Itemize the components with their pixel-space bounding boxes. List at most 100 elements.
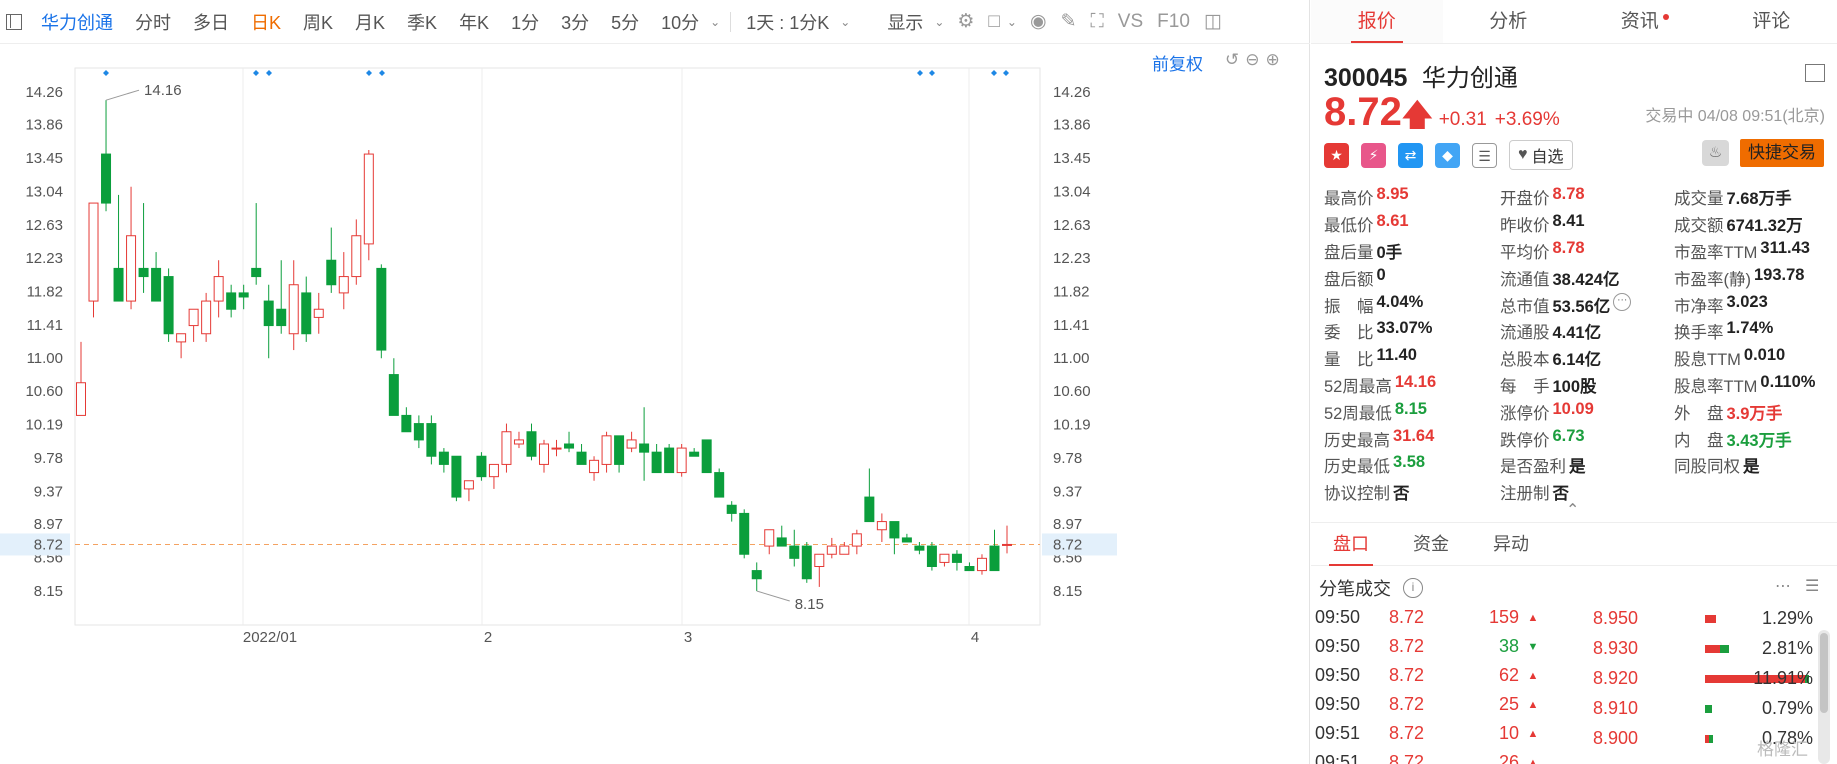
candle-body [664,447,675,474]
candle-body [413,423,424,441]
tab-analysis[interactable]: 分析 [1443,0,1575,43]
subtab-capital[interactable]: 资金 [1391,522,1471,566]
stat-cell: 同股同权是 [1674,453,1834,477]
period-yearly-k[interactable]: 年K [448,9,500,35]
china-flag-icon[interactable]: ★ [1324,142,1349,168]
subtab-anomaly[interactable]: 异动 [1471,522,1551,566]
tick-volume: 38 [1498,636,1519,656]
stat-label: 同股同权 [1674,458,1740,477]
list-icon[interactable] [1805,64,1825,82]
tab-quote[interactable]: 报价 [1311,0,1443,43]
display-menu[interactable]: 显示 [876,9,934,35]
candle-body [539,443,549,465]
ticks-header: 分笔成交 i [1319,575,1423,601]
stat-cell: 委 比 33.07% [1324,319,1500,343]
document-icon[interactable]: ☰ [1472,142,1497,168]
tick-price: 8.72 [1389,694,1425,714]
period-10min[interactable]: 10分 [650,9,710,35]
chevron-down-icon[interactable]: ⌄ [840,15,856,29]
more-icon[interactable]: ⋯ [1613,292,1632,311]
price-tick-label-right: 8.15 [1053,583,1082,600]
stat-cell: 流通股 4.41亿 [1500,319,1674,343]
period-intraday[interactable]: 分时 [124,9,182,35]
tag-icon[interactable]: ◆ [1435,142,1460,168]
stat-label: 历史最高 [1324,431,1390,450]
stat-cell: 跌停价 6.73 [1500,427,1674,451]
stat-label: 注册制 [1500,485,1550,504]
candle-body [326,259,337,286]
stat-cell: 总股本 6.14亿 [1500,346,1674,370]
tick-row: 09:50 8.72 159 ▲ [1311,603,1581,632]
period-3min[interactable]: 3分 [550,9,600,35]
stat-value: 6.14亿 [1552,351,1602,370]
settings-icon[interactable]: ⚙ [950,10,981,33]
candle-body [639,443,650,453]
period-quarterly-k[interactable]: 季K [396,9,448,35]
chevron-down-icon[interactable]: ⌄ [934,15,950,29]
info-icon[interactable]: i [1403,578,1423,598]
period-daily-k[interactable]: 日K [240,9,292,35]
stat-cell: 最低价 8.61 [1324,212,1500,236]
fullscreen-icon[interactable]: ⛶ [1083,11,1110,33]
range-select[interactable]: 1天 : 1分K [735,9,840,35]
stats-row: 历史最高 31.64 跌停价 6.73 内 盘 3.43万手 [1324,425,1834,452]
stat-label: 盘后量 [1324,243,1374,262]
period-5min[interactable]: 5分 [600,9,650,35]
sidebar-toggle-icon[interactable] [6,13,22,30]
ticks-list[interactable]: 09:50 8.72 159 ▲ 09:50 8.72 38 ▼ 09:50 8.72 62 ▲ 09:… [1311,603,1581,764]
toolbar-stock-name[interactable]: 华力创通 [30,9,124,35]
candle-body [451,455,462,498]
pencil-icon[interactable]: ✎ [1054,10,1084,33]
candle-body [363,153,374,245]
tab-comments[interactable]: 评论 [1706,0,1837,43]
distribution-price: 8.910 [1593,697,1639,718]
candle-body [476,455,487,478]
stat-value: 0手 [1376,243,1403,262]
watchlist-button[interactable]: ♥ 自选 [1509,140,1573,170]
stat-label: 成交额 [1674,217,1724,236]
camera-icon[interactable]: ◉ [1023,10,1054,33]
stats-row: 52周最低 8.15 涨停价 10.09 外 盘 3.9万手 [1324,398,1834,425]
quick-trade-button[interactable]: 快捷交易 [1740,139,1824,167]
candle-body [851,533,862,547]
tab-news[interactable]: 资讯 [1574,0,1706,43]
stat-label: 52周最低 [1324,404,1392,423]
checkbox-icon[interactable]: □ [981,11,1006,33]
chevron-up-icon[interactable]: ⌃ [1566,500,1579,520]
period-weekly-k[interactable]: 周K [292,9,344,35]
stat-cell: 市净率 3.023 [1674,293,1834,317]
price-tick-label-right: 13.04 [1053,184,1091,201]
vs-button[interactable]: VS [1111,11,1150,33]
candle-body [676,447,687,474]
candlestick-chart[interactable]: 14.26 14.26 13.86 13.86 13.45 13.45 13.04 13.04… [0,44,1310,764]
stat-cell: 历史最低 3.58 [1324,453,1500,477]
scrollbar-thumb[interactable] [1820,633,1828,713]
subtab-orderbook[interactable]: 盘口 [1311,522,1391,566]
candle-body [701,439,712,474]
candle-body [864,496,875,523]
lightning-icon[interactable]: ⚡ [1361,142,1386,168]
chevron-down-icon[interactable]: ⌄ [710,15,726,29]
candle-body [338,276,349,294]
panel-toggle-icon[interactable]: ◫ [1197,10,1229,33]
period-multiday[interactable]: 多日 [182,9,240,35]
bar-green [1705,705,1712,713]
more-options-icon[interactable]: ⋯☰ [1775,576,1833,596]
low-annotation-label: 8.15 [795,596,824,613]
period-monthly-k[interactable]: 月K [344,9,396,35]
price-tick-label-left: 11.00 [27,350,63,367]
tab-comments-label: 评论 [1752,11,1791,32]
f10-button[interactable]: F10 [1150,11,1197,33]
bell-icon[interactable]: ♨ [1702,140,1729,166]
stat-label: 开盘价 [1500,190,1550,209]
price-tick-label-right: 11.00 [1053,350,1089,367]
stat-value: 0.010 [1743,346,1786,365]
chevron-down-icon[interactable]: ⌄ [1007,15,1023,29]
ticks-title: 分笔成交 [1319,579,1391,599]
period-1min[interactable]: 1分 [500,9,550,35]
distribution-bar [1705,615,1716,623]
stat-cell: 市盈率TTM 311.43 [1674,239,1834,263]
price-tick-label-right: 9.78 [1053,450,1082,467]
shuffle-icon[interactable]: ⇄ [1398,142,1423,168]
price-tick-label-left: 13.04 [25,184,63,201]
